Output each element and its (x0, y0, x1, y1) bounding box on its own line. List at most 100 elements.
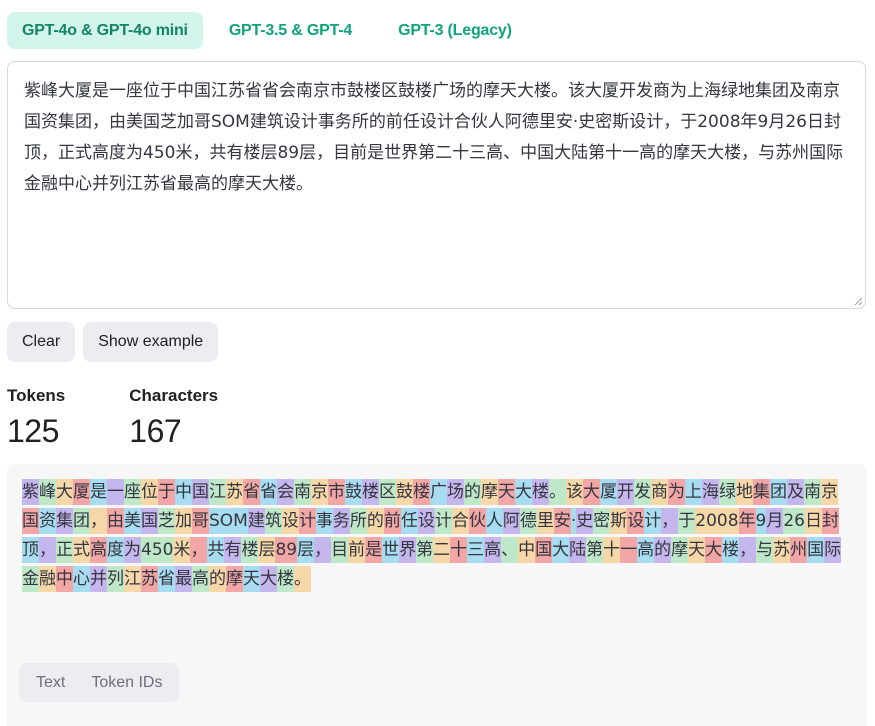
token: 苏 (226, 479, 243, 505)
token: 的 (654, 537, 672, 563)
token: 的 (464, 479, 481, 505)
token: 会 (277, 479, 294, 505)
characters-label: Characters (129, 386, 219, 405)
token: 合 (451, 508, 469, 534)
token: 省 (260, 479, 277, 505)
token: 年 (738, 508, 756, 534)
token: 第 (416, 537, 434, 563)
token: 紫 (22, 479, 39, 505)
token: 高 (484, 537, 502, 563)
token: 市 (328, 479, 345, 505)
token: 450 (141, 537, 174, 563)
token: 一 (620, 537, 638, 563)
token: 南 (294, 479, 311, 505)
token: 国 (807, 537, 825, 563)
token: 团 (73, 508, 90, 534)
token: 计 (298, 508, 316, 534)
token: ， (190, 537, 208, 563)
token: 江 (124, 566, 141, 592)
token: 及 (787, 479, 804, 505)
token: 摩 (481, 479, 498, 505)
token: 与 (756, 537, 774, 563)
token: 正 (56, 537, 73, 563)
token: 上 (685, 479, 702, 505)
toggle-token-ids[interactable]: Token IDs (78, 667, 175, 698)
token: ， (661, 508, 679, 534)
token: 度 (107, 537, 124, 563)
action-buttons: Clear Show example (7, 322, 219, 362)
token: 海 (702, 479, 719, 505)
token: 伙 (468, 508, 486, 534)
token: 天 (498, 479, 515, 505)
token: 一 (107, 479, 124, 505)
token: 加 (175, 508, 192, 534)
token: 安 (553, 508, 571, 534)
token: 德 (519, 508, 537, 534)
token: 于 (678, 508, 696, 534)
token: 斯 (610, 508, 628, 534)
token: 国 (535, 537, 553, 563)
token: 商 (651, 479, 668, 505)
token: 2008 (695, 508, 739, 534)
token: 设 (417, 508, 435, 534)
token: 设 (627, 508, 645, 534)
token: ， (90, 508, 107, 534)
token: 89 (275, 537, 298, 563)
token: 前 (383, 508, 401, 534)
token: ， (739, 537, 757, 563)
token: 中 (518, 537, 536, 563)
token: 为 (124, 537, 141, 563)
token: 资 (39, 508, 56, 534)
token: ， (314, 537, 332, 563)
token: 第 (586, 537, 604, 563)
token: 列 (107, 566, 124, 592)
token: 楼 (532, 479, 549, 505)
token-visualization: 紫峰大厦是一座位于中国江苏省省会南京市鼓楼区鼓楼广场的摩天大楼。该大厦开发商为上… (22, 478, 850, 594)
model-tabs: GPT-4o & GPT-4o mini GPT-3.5 & GPT-4 GPT… (7, 12, 532, 49)
input-text[interactable]: 紫峰大厦是一座位于中国江苏省省会南京市鼓楼区鼓楼广场的摩天大楼。该大厦开发商为上… (24, 76, 849, 200)
token: 团 (770, 479, 787, 505)
token: 所 (349, 508, 367, 534)
token: 苏 (773, 537, 791, 563)
token: 十 (450, 537, 468, 563)
token: 场 (447, 479, 464, 505)
token: 9 (755, 508, 767, 534)
token: 层 (258, 537, 276, 563)
tab-gpt-4o[interactable]: GPT-4o & GPT-4o mini (7, 12, 203, 49)
token: 金 (22, 566, 39, 592)
token: 二 (433, 537, 451, 563)
token: 心 (73, 566, 90, 592)
toggle-text[interactable]: Text (23, 667, 78, 698)
token: 封 (821, 508, 839, 534)
token: 阿 (502, 508, 520, 534)
token: 前 (348, 537, 366, 563)
token: 米 (173, 537, 191, 563)
token: 天 (243, 566, 260, 592)
token: 发 (634, 479, 651, 505)
token: 区 (379, 479, 396, 505)
token: 为 (668, 479, 685, 505)
tokens-count: 125 (7, 413, 59, 449)
token: 务 (332, 508, 350, 534)
resize-handle-icon[interactable] (853, 296, 863, 306)
token: 该 (566, 479, 583, 505)
text-input-area[interactable]: 紫峰大厦是一座位于中国江苏省省会南京市鼓楼区鼓楼广场的摩天大楼。该大厦开发商为上… (7, 61, 866, 309)
token: 高 (90, 537, 107, 563)
token: 的 (209, 566, 226, 592)
clear-button[interactable]: Clear (7, 322, 76, 362)
show-example-button[interactable]: Show example (83, 322, 219, 362)
token: 计 (434, 508, 452, 534)
tokens-stat: Tokens 125 (7, 385, 65, 455)
token: 人 (485, 508, 503, 534)
token: 苏 (141, 566, 158, 592)
token: 中 (56, 566, 73, 592)
token: 设 (281, 508, 299, 534)
tab-gpt-3-legacy[interactable]: GPT-3 (Legacy) (378, 12, 532, 49)
tab-gpt-3-5-gpt-4[interactable]: GPT-3.5 & GPT-4 (209, 12, 372, 49)
token: 集 (753, 479, 770, 505)
token: 有 (224, 537, 242, 563)
token: 集 (56, 508, 73, 534)
token: 三 (467, 537, 485, 563)
token: 中 (175, 479, 192, 505)
token: SOM (209, 508, 248, 534)
